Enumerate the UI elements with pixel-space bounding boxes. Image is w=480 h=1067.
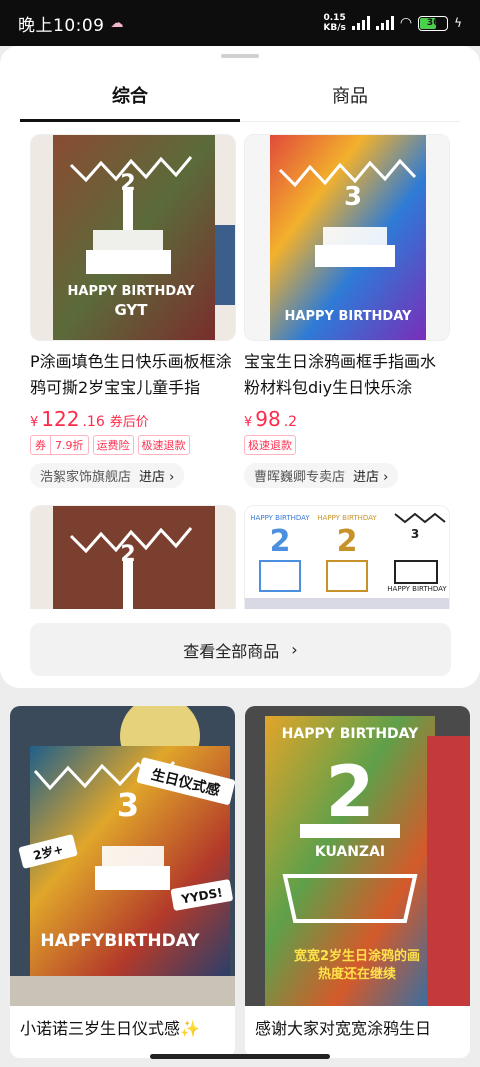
product-title[interactable]: 宝宝生日涂鸦画框手指画水粉材料包diy生日快乐涂 <box>244 349 450 401</box>
enter-shop-button[interactable]: 进店 › <box>353 466 388 485</box>
product-price: ¥ 122 .16 券后价 <box>30 407 149 431</box>
svg-text:HAPPY BIRTHDAY: HAPPY BIRTHDAY <box>387 585 447 593</box>
signal-icon-2 <box>375 16 394 30</box>
svg-text:2: 2 <box>120 542 135 567</box>
feed-card[interactable]: 3 HAPFYBIRTHDAY 生日仪式感 2岁+ YYDS! 小诺诺三岁生日仪… <box>10 706 235 1058</box>
cloud-icon: ☁ <box>110 15 124 31</box>
product-sheet: 综合 商品 2 HAPPY BIRTHDAY GYT P涂画填色生日快乐画板框涂… <box>0 46 480 688</box>
chevron-right-icon: › <box>291 640 298 659</box>
feed-title[interactable]: 小诺诺三岁生日仪式感✨ <box>10 1006 235 1042</box>
tab-comprehensive[interactable]: 综合 <box>20 68 240 122</box>
product-card[interactable]: HAPPY BIRTHDAY 2 HAPPY BIRTHDAY 2 3 HAPP… <box>244 505 450 609</box>
shop-name: 浩絮家饰旗舰店 <box>40 470 132 485</box>
svg-text:2: 2 <box>270 524 291 559</box>
painting-number: 2 <box>326 751 375 833</box>
shop-name: 曹晖巍卿专卖店 <box>254 470 346 485</box>
feed-title[interactable]: 感谢大家对宽宽涂鸦生日 <box>245 1006 470 1042</box>
shop-link[interactable]: 曹晖巍卿专卖店 进店 › <box>244 463 399 488</box>
feed-image[interactable]: 3 HAPFYBIRTHDAY 生日仪式感 2岁+ YYDS! <box>10 706 235 1006</box>
image-caption: 宽宽2岁生日涂鸦的画 <box>293 948 420 964</box>
shipping-insurance-tag: 运费险 <box>92 435 134 455</box>
feed-card[interactable]: HAPPY BIRTHDAY 2 KUANZAI 宽宽2岁生日涂鸦的画 热度还在… <box>245 706 470 1058</box>
coupon-tag: 券 7.9折 <box>30 435 89 455</box>
product-image[interactable]: HAPPY BIRTHDAY 2 HAPPY BIRTHDAY 2 3 HAPP… <box>244 505 450 609</box>
feed-image[interactable]: HAPPY BIRTHDAY 2 KUANZAI 宽宽2岁生日涂鸦的画 热度还在… <box>245 706 470 1006</box>
painting-top-text: HAPPY BIRTHDAY <box>282 726 419 742</box>
product-grid-row2: 2 HAPPY BIRTHDAY 2 HAPPY BIRTHDAY 2 3 HA… <box>30 505 450 609</box>
product-title[interactable]: P涂画填色生日快乐画板框涂鸦可撕2岁宝宝儿童手指 <box>30 349 236 401</box>
product-image[interactable]: 2 HAPPY BIRTHDAY GYT <box>30 134 236 341</box>
battery-level: 36 <box>426 17 440 28</box>
image-caption: 热度还在继续 <box>318 966 396 982</box>
status-bar: 晚上10:09 ☁ 0.15 KB/s ◠ 36 ϟ <box>0 0 480 46</box>
product-image[interactable]: 3 HAPPY BIRTHDAY <box>244 134 450 341</box>
home-indicator[interactable] <box>150 1054 330 1059</box>
svg-text:HAPPY BIRTHDAY: HAPPY BIRTHDAY <box>250 514 310 522</box>
birthday-painting-image: 3 HAPFYBIRTHDAY 生日仪式感 2岁+ YYDS! <box>10 706 235 1006</box>
chevron-right-icon: › <box>383 470 389 485</box>
status-right: 0.15 KB/s ◠ 36 ϟ <box>323 13 462 33</box>
enter-shop-button[interactable]: 进店 › <box>139 466 174 485</box>
drag-handle[interactable] <box>221 54 259 58</box>
tab-products[interactable]: 商品 <box>240 68 460 121</box>
painting-text: HAPFYBIRTHDAY <box>40 931 200 951</box>
product-image[interactable]: 2 <box>30 505 236 609</box>
view-all-products-button[interactable]: 查看全部商品 › <box>30 623 451 676</box>
network-speed: 0.15 KB/s <box>323 13 346 33</box>
cake-number: 2 <box>120 171 135 196</box>
product-tags: 券 7.9折 运费险 极速退款 <box>30 435 236 455</box>
birthday-painting-image: HAPPY BIRTHDAY 2 KUANZAI 宽宽2岁生日涂鸦的画 热度还在… <box>245 706 470 1006</box>
birthday-canvas-image: 2 HAPPY BIRTHDAY GYT <box>31 135 235 340</box>
wifi-icon: ◠ <box>399 15 413 31</box>
fast-refund-tag: 极速退款 <box>137 435 190 455</box>
svg-text:3: 3 <box>117 786 139 824</box>
battery-icon: 36 <box>418 15 449 31</box>
product-price: ¥ 98 .2 <box>244 407 298 431</box>
product-card[interactable]: 2 HAPPY BIRTHDAY GYT P涂画填色生日快乐画板框涂鸦可撕2岁宝… <box>30 134 236 488</box>
status-time: 晚上10:09 <box>18 15 105 36</box>
chevron-right-icon: › <box>169 470 175 485</box>
fast-refund-tag: 极速退款 <box>244 435 296 455</box>
signal-icon <box>351 16 370 30</box>
svg-text:2: 2 <box>337 524 358 559</box>
birthday-canvas-image: 2 <box>31 506 235 609</box>
charging-icon: ϟ <box>454 16 462 30</box>
product-tags: 极速退款 <box>244 435 450 455</box>
birthday-templates-image: HAPPY BIRTHDAY 2 HAPPY BIRTHDAY 2 3 HAPP… <box>245 506 449 609</box>
content-feed: 3 HAPFYBIRTHDAY 生日仪式感 2岁+ YYDS! 小诺诺三岁生日仪… <box>10 706 470 1058</box>
product-card[interactable]: 3 HAPPY BIRTHDAY 宝宝生日涂鸦画框手指画水粉材料包diy生日快乐… <box>244 134 450 488</box>
tab-bar: 综合 商品 <box>20 68 460 122</box>
product-card[interactable]: 2 <box>30 505 236 609</box>
svg-text:GYT: GYT <box>114 301 148 319</box>
painting-name: KUANZAI <box>315 844 385 860</box>
svg-text:HAPPY BIRTHDAY: HAPPY BIRTHDAY <box>317 514 377 522</box>
birthday-canvas-image: 3 HAPPY BIRTHDAY <box>245 135 449 340</box>
svg-text:HAPPY BIRTHDAY: HAPPY BIRTHDAY <box>285 309 412 324</box>
shop-link[interactable]: 浩絮家饰旗舰店 进店 › <box>30 463 185 488</box>
product-grid: 2 HAPPY BIRTHDAY GYT P涂画填色生日快乐画板框涂鸦可撕2岁宝… <box>30 134 450 488</box>
cake-number: 3 <box>344 182 362 212</box>
svg-text:HAPPY BIRTHDAY: HAPPY BIRTHDAY <box>68 284 195 299</box>
svg-text:3: 3 <box>411 527 419 541</box>
